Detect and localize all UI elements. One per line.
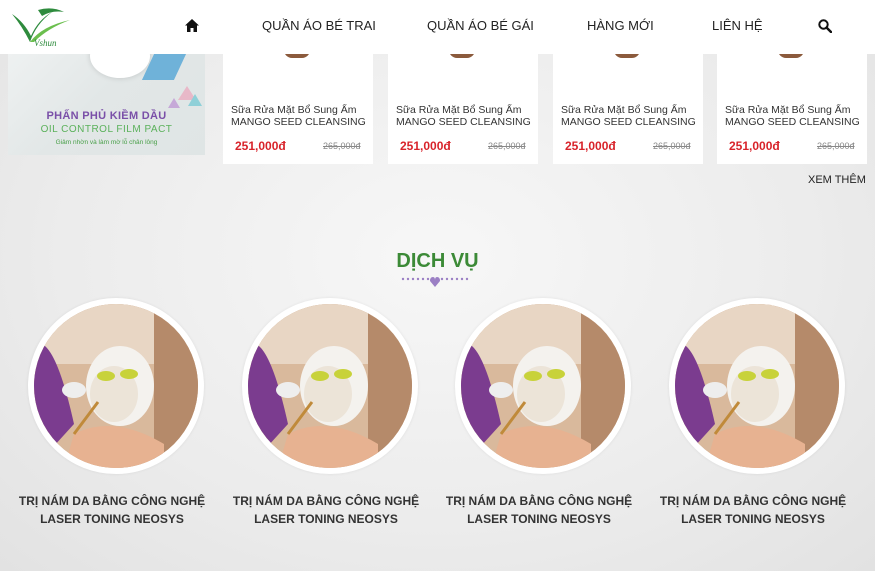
product-card[interactable]: Sữa Rửa Mặt Bổ Sung Ẩm MANGO SEED CLEANS… xyxy=(223,50,373,164)
logo-text: Vshun xyxy=(34,38,57,48)
nav-contact[interactable]: LIÊN HỆ xyxy=(712,18,763,33)
section-divider xyxy=(401,277,469,287)
product-name[interactable]: Sữa Rửa Mặt Bổ Sung Ẩm MANGO SEED CLEANS… xyxy=(725,104,865,128)
service-image[interactable] xyxy=(455,298,631,474)
powder-puff-image xyxy=(90,54,150,78)
nav-girls-clothing[interactable]: QUẦN ÁO BÉ GÁI xyxy=(427,18,534,33)
product-name[interactable]: Sữa Rửa Mặt Bổ Sung Ẩm MANGO SEED CLEANS… xyxy=(561,104,701,128)
product-price: 251,000đ xyxy=(235,139,286,153)
section-title: DỊCH VỤ xyxy=(396,250,479,272)
service-title[interactable]: TRỊ NÁM DA BẰNG CÔNG NGHỆ LASER TONING N… xyxy=(429,492,649,528)
product-old-price: 265,000đ xyxy=(653,141,691,151)
service-image[interactable] xyxy=(242,298,418,474)
service-title[interactable]: TRỊ NÁM DA BẰNG CÔNG NGHỆ LASER TONING N… xyxy=(643,492,863,528)
product-card[interactable]: Sữa Rửa Mặt Bổ Sung Ẩm MANGO SEED CLEANS… xyxy=(717,50,867,164)
site-header: Vshun QUẦN ÁO BÉ TRAI QUẦN ÁO BÉ GÁI HÀN… xyxy=(0,0,875,54)
banner-title: PHẤN PHỦ KIỀM DẦU xyxy=(46,110,167,122)
see-more-link[interactable]: XEM THÊM xyxy=(808,174,866,186)
decor-triangle xyxy=(168,98,180,108)
decor-triangle xyxy=(188,94,202,106)
site-logo[interactable]: Vshun xyxy=(8,6,72,48)
product-old-price: 265,000đ xyxy=(323,141,361,151)
product-old-price: 265,000đ xyxy=(817,141,855,151)
banner-subtitle: OIL CONTROL FILM PACT xyxy=(40,124,173,135)
promo-banner[interactable]: PHẤN PHỦ KIỀM DẦU OIL CONTROL FILM PACT … xyxy=(8,54,205,155)
nav-boys-clothing[interactable]: QUẦN ÁO BÉ TRAI xyxy=(262,18,376,33)
service-title[interactable]: TRỊ NÁM DA BẰNG CÔNG NGHỆ LASER TONING N… xyxy=(216,492,436,528)
banner-description: Giảm nhờn và làm mờ lỗ chân lông xyxy=(55,139,158,146)
service-image[interactable] xyxy=(28,298,204,474)
product-old-price: 265,000đ xyxy=(488,141,526,151)
product-price: 251,000đ xyxy=(400,139,451,153)
nav-new-arrivals[interactable]: HÀNG MỚI xyxy=(587,18,654,33)
product-card[interactable]: Sữa Rửa Mặt Bổ Sung Ẩm MANGO SEED CLEANS… xyxy=(388,50,538,164)
service-title[interactable]: TRỊ NÁM DA BẰNG CÔNG NGHỆ LASER TONING N… xyxy=(2,492,222,528)
home-icon[interactable] xyxy=(185,19,199,32)
service-image[interactable] xyxy=(669,298,845,474)
product-card[interactable]: Sữa Rửa Mặt Bổ Sung Ẩm MANGO SEED CLEANS… xyxy=(553,50,703,164)
product-name[interactable]: Sữa Rửa Mặt Bổ Sung Ẩm MANGO SEED CLEANS… xyxy=(231,104,371,128)
search-icon[interactable] xyxy=(818,19,832,33)
product-price: 251,000đ xyxy=(729,139,780,153)
product-name[interactable]: Sữa Rửa Mặt Bổ Sung Ẩm MANGO SEED CLEANS… xyxy=(396,104,536,128)
product-price: 251,000đ xyxy=(565,139,616,153)
